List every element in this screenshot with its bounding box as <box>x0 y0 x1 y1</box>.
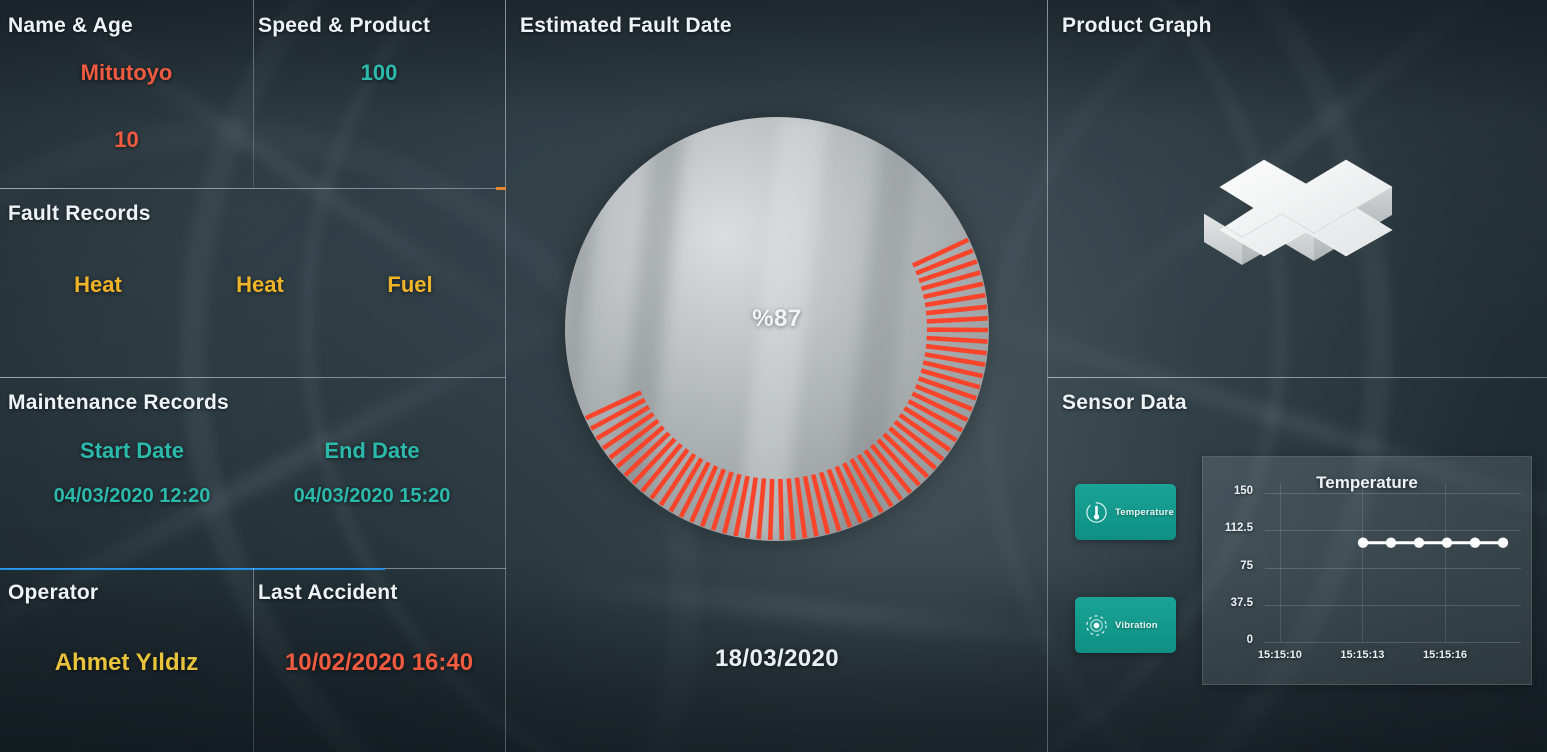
last-accident-value: 10/02/2020 16:40 <box>284 649 474 676</box>
product-graph-title: Product Graph <box>1062 14 1212 37</box>
sensor-button-vibration[interactable]: Vibration <box>1075 597 1176 653</box>
sensor-button-temperature[interactable]: Temperature <box>1075 484 1176 540</box>
cross-block-3d-icon <box>1203 159 1393 265</box>
gauge-date-label: 18/03/2020 <box>714 645 840 672</box>
sensor-data-title: Sensor Data <box>1062 391 1187 414</box>
maintenance-start-label: Start Date <box>80 438 184 463</box>
last-accident-title: Last Accident <box>258 581 398 604</box>
operator-title: Operator <box>8 581 99 604</box>
thermometer-icon <box>1086 501 1107 523</box>
temperature-chart[interactable]: Temperature 0 37.5 75 112.5 150 15:15:10 15:1… <box>1202 456 1532 685</box>
speed-value: 100 <box>360 60 398 85</box>
operator-name-value: Ahmet Yıldız <box>54 649 199 676</box>
temperature-series-line <box>1357 537 1509 548</box>
machine-age-value: 10 <box>114 127 139 152</box>
name-age-title: Name & Age <box>8 14 133 37</box>
divider-name-speed <box>253 0 254 188</box>
row-separator-sensor <box>1048 377 1547 378</box>
estimated-fault-date-title: Estimated Fault Date <box>520 14 732 37</box>
maintenance-start-value: 04/03/2020 12:20 <box>53 485 211 507</box>
column-separator-right <box>1047 0 1048 752</box>
sensor-button-temperature-label: Temperature <box>1115 506 1175 518</box>
fault-records-title: Fault Records <box>8 202 151 225</box>
vibration-icon <box>1086 614 1107 636</box>
sensor-button-vibration-label: Vibration <box>1115 619 1158 631</box>
row-separator-maintenance <box>0 377 506 378</box>
fault-gauge[interactable]: %87 <box>565 117 989 541</box>
fault-record-item-2[interactable]: Heat <box>199 272 321 298</box>
fault-record-item-1[interactable]: Heat <box>37 272 159 298</box>
fault-record-item-3[interactable]: Fuel <box>349 272 471 298</box>
column-separator-left <box>505 0 506 752</box>
maintenance-end-label: End Date <box>324 438 420 463</box>
gauge-percent-label: %87 <box>752 305 802 332</box>
row-separator-fault <box>0 187 506 190</box>
machine-name-value: Mitutoyo <box>80 60 173 85</box>
maintenance-records-title: Maintenance Records <box>8 391 229 414</box>
dashboard-root: Name & Age Mitutoyo 10 Speed & Product 1… <box>0 0 1547 752</box>
speed-product-title: Speed & Product <box>258 14 431 37</box>
product-3d-model[interactable] <box>1196 142 1411 272</box>
maintenance-end-value: 04/03/2020 15:20 <box>293 485 451 507</box>
